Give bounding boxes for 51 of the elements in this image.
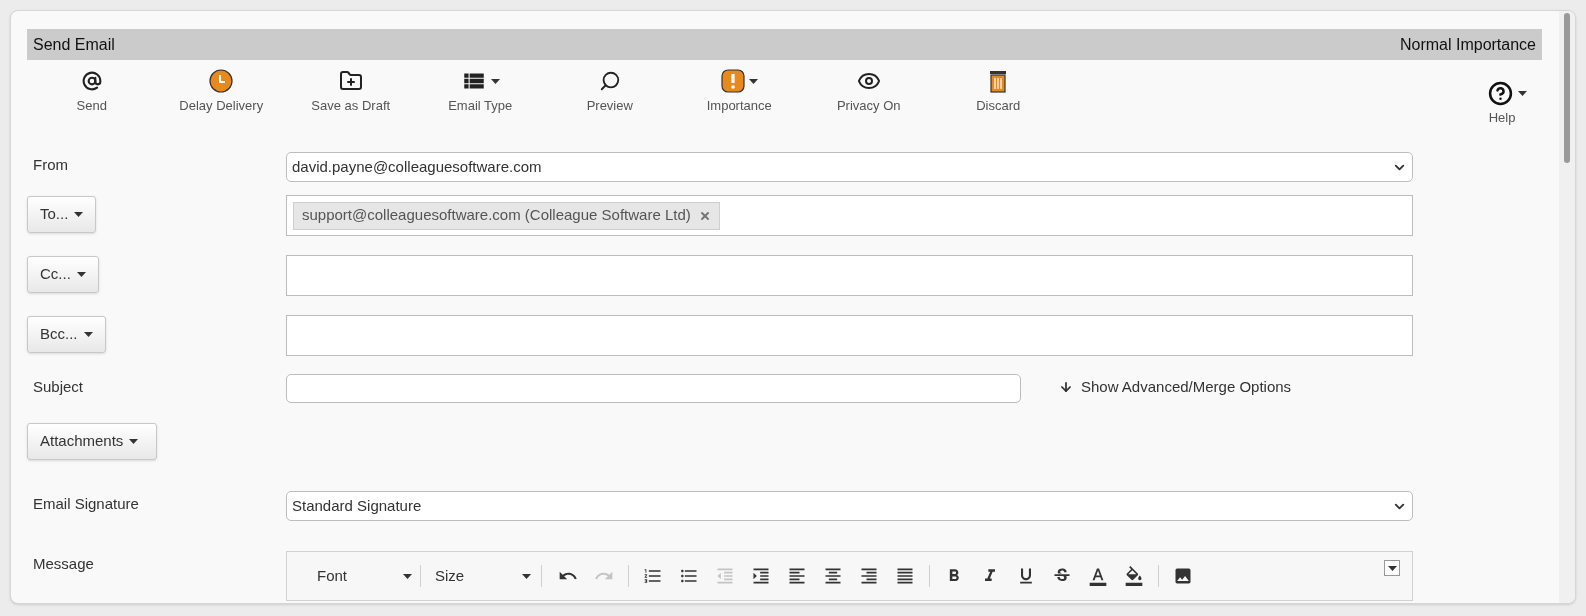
toolbar-button[interactable]: Importance (674, 60, 804, 116)
caret-icon (1387, 565, 1397, 571)
signature-select[interactable]: Standard Signature (286, 491, 1413, 521)
scrollbar-thumb[interactable] (1564, 13, 1570, 163)
recipient-tag[interactable]: support@colleaguesoftware.com (Colleague Software Ltd) (293, 201, 720, 230)
toolbar-button[interactable]: Preview (545, 60, 675, 116)
exclamation-icon (720, 69, 745, 93)
toolbar-button[interactable]: Email Type (415, 60, 545, 116)
trash-icon (988, 69, 1009, 93)
field-label: Email Signature (32, 494, 140, 514)
field-label: Message (32, 554, 95, 574)
arrow-down-icon (1059, 380, 1073, 395)
to-button[interactable]: To... (27, 196, 97, 233)
expand-dropdown[interactable] (1384, 560, 1400, 576)
recipient-button[interactable]: Bcc... (27, 316, 106, 353)
field-label: From (32, 155, 69, 175)
attachments-button[interactable]: Attachments (27, 423, 157, 460)
scrollbar[interactable] (1559, 11, 1575, 603)
caret-icon (76, 272, 86, 277)
from-select[interactable]: david.payne@colleaguesoftware.com (286, 152, 1413, 182)
caret-icon (83, 332, 93, 337)
caret-icon (490, 78, 500, 84)
field-label: Subject (32, 377, 85, 397)
toolbar-button[interactable]: Send (27, 60, 157, 116)
caret-icon (403, 573, 412, 579)
caret-icon (748, 78, 758, 84)
to-field[interactable]: support@colleaguesoftware.com (Colleague Software Ltd) (286, 195, 1413, 236)
size-dropdown[interactable]: Size (421, 564, 541, 588)
help-button[interactable]: Help (1462, 60, 1542, 128)
folder-plus-icon (338, 69, 363, 93)
font-dropdown[interactable]: Font (305, 564, 420, 588)
recipient-field[interactable] (286, 255, 1413, 296)
advanced-options-link[interactable]: Show Advanced/Merge Options (1059, 374, 1292, 399)
search-icon (598, 70, 621, 92)
subject-field[interactable] (286, 374, 1021, 403)
caret-icon (129, 439, 139, 444)
toolbar-button[interactable]: Delay Delivery (156, 60, 286, 116)
importance-status: Normal Importance (1399, 34, 1536, 55)
clock-icon (209, 69, 234, 93)
toolbar-button[interactable]: Privacy On (804, 60, 934, 116)
toolbar-button[interactable]: Discard (933, 60, 1063, 116)
recipient-field[interactable] (286, 315, 1413, 356)
window-title: Send Email (33, 34, 115, 55)
caret-icon (74, 212, 84, 217)
help-icon (1487, 80, 1513, 106)
at-sign-icon (81, 71, 102, 91)
remove-icon[interactable] (698, 209, 711, 222)
caret-icon (522, 573, 531, 579)
recipient-button[interactable]: Cc... (27, 256, 99, 293)
caret-icon (1517, 90, 1527, 96)
toolbar-button[interactable]: Save as Draft (286, 60, 416, 116)
